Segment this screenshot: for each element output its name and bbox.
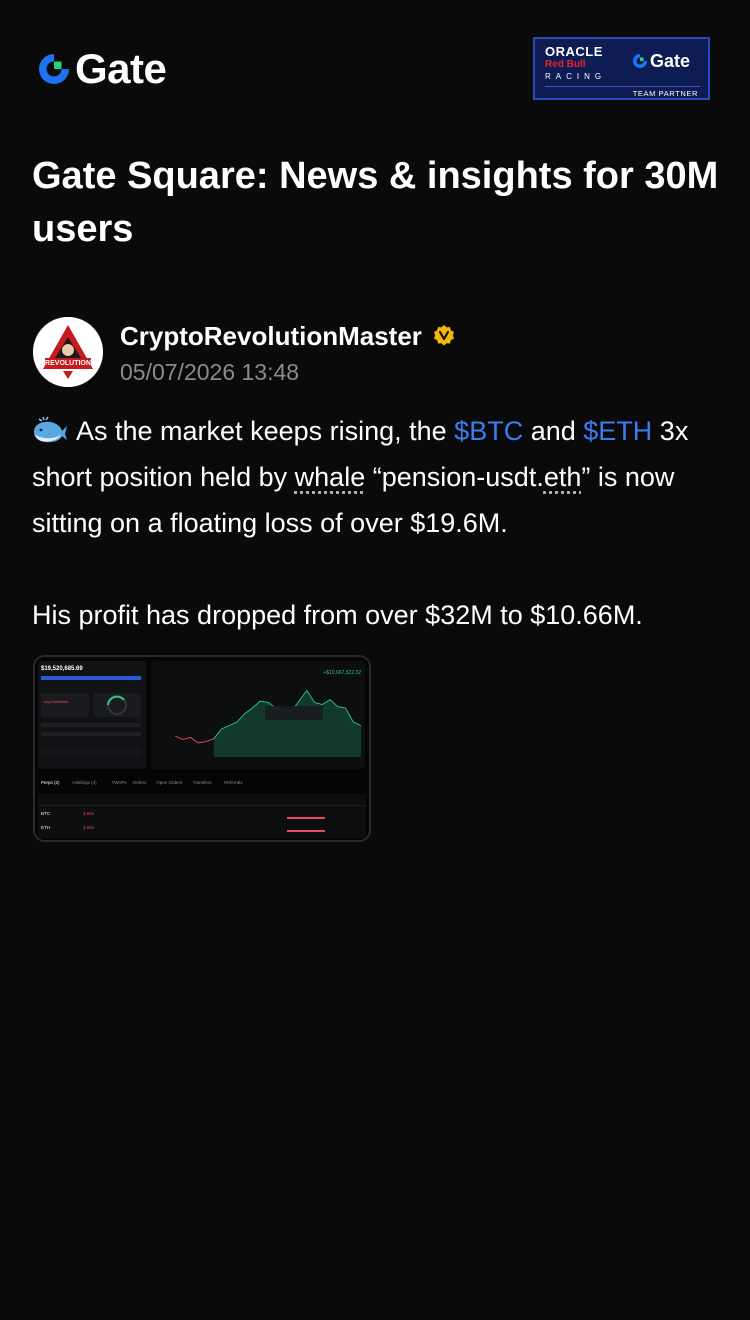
gate-mini-logo-icon — [632, 53, 648, 69]
avatar[interactable]: REVOLUTION — [33, 317, 103, 387]
attachment-tab: Referrals — [224, 780, 243, 785]
team-partner-badge: ORACLE Red Bull RACING Gate TEAM PARTNER — [533, 37, 710, 100]
post-image-attachment[interactable]: $19,520,685.69 Any Notables +$10,667,522… — [33, 655, 371, 842]
row-eth-side: 3.00x — [83, 825, 95, 830]
app-header: Gate ORACLE Red Bull RACING Gate TEAM PA… — [0, 0, 750, 120]
badge-gate-label: Gate — [650, 51, 691, 71]
attachment-tab: Orders — [133, 780, 148, 785]
gate-logo[interactable]: Gate — [35, 45, 167, 92]
attachment-tab: Holdings (4) — [72, 780, 97, 785]
attachment-tab: Open Orders — [156, 780, 183, 785]
post-body: As the market keeps rising, the $BTC and… — [32, 408, 732, 638]
avatar-text: REVOLUTION — [45, 360, 91, 367]
attachment-balance: $19,520,685.69 — [41, 666, 83, 672]
tag-btc-link[interactable]: $BTC — [454, 416, 523, 446]
post-timestamp: 05/07/2026 13:48 — [120, 359, 300, 385]
eth-term-link[interactable]: eth — [544, 462, 582, 492]
attachment-screenshot: $19,520,685.69 Any Notables +$10,667,522… — [35, 657, 369, 840]
racing-label: RACING — [545, 72, 607, 81]
page-title: Gate Square: News & insights for 30M use… — [32, 155, 719, 250]
attachment-tab: Transfers — [193, 780, 213, 785]
avatar-image: REVOLUTION — [33, 317, 103, 387]
attachment-pnl: +$10,667,522.32 — [323, 670, 361, 676]
post-paragraph-1: As the market keeps rising, the $BTC and… — [32, 408, 732, 546]
tag-eth-link[interactable]: $ETH — [583, 416, 652, 446]
post-text-1a: As the market keeps rising, the — [76, 416, 455, 446]
row-btc-asset: BTC — [41, 811, 51, 816]
badge-divider — [545, 86, 700, 87]
gate-logo-icon — [39, 54, 69, 84]
author-name[interactable]: CryptoRevolutionMaster — [120, 320, 422, 352]
whale-term-link[interactable]: whale — [295, 462, 366, 492]
post-header: REVOLUTION CryptoRevolutionMaster 05/07/… — [33, 317, 723, 389]
brand-name: Gate — [75, 45, 167, 92]
post-text-1d: “pension-usdt. — [365, 462, 544, 492]
attachment-tab: TWAPs — [112, 780, 128, 785]
verified-badge-icon — [433, 325, 454, 346]
post-paragraph-2: His profit has dropped from over $32M to… — [32, 600, 643, 630]
row-eth-asset: ETH — [41, 825, 50, 830]
svg-text:Any Notables: Any Notables — [44, 699, 68, 704]
row-btc-side: 3.00x — [83, 811, 95, 816]
team-partner-label: TEAM PARTNER — [632, 89, 698, 98]
attachment-tab: Perps (2) — [41, 780, 60, 785]
whale-emoji-icon — [34, 416, 67, 443]
redbull-label: Red Bull — [545, 59, 586, 70]
post-text-1b: and — [523, 416, 584, 446]
oracle-label: ORACLE — [545, 44, 603, 59]
